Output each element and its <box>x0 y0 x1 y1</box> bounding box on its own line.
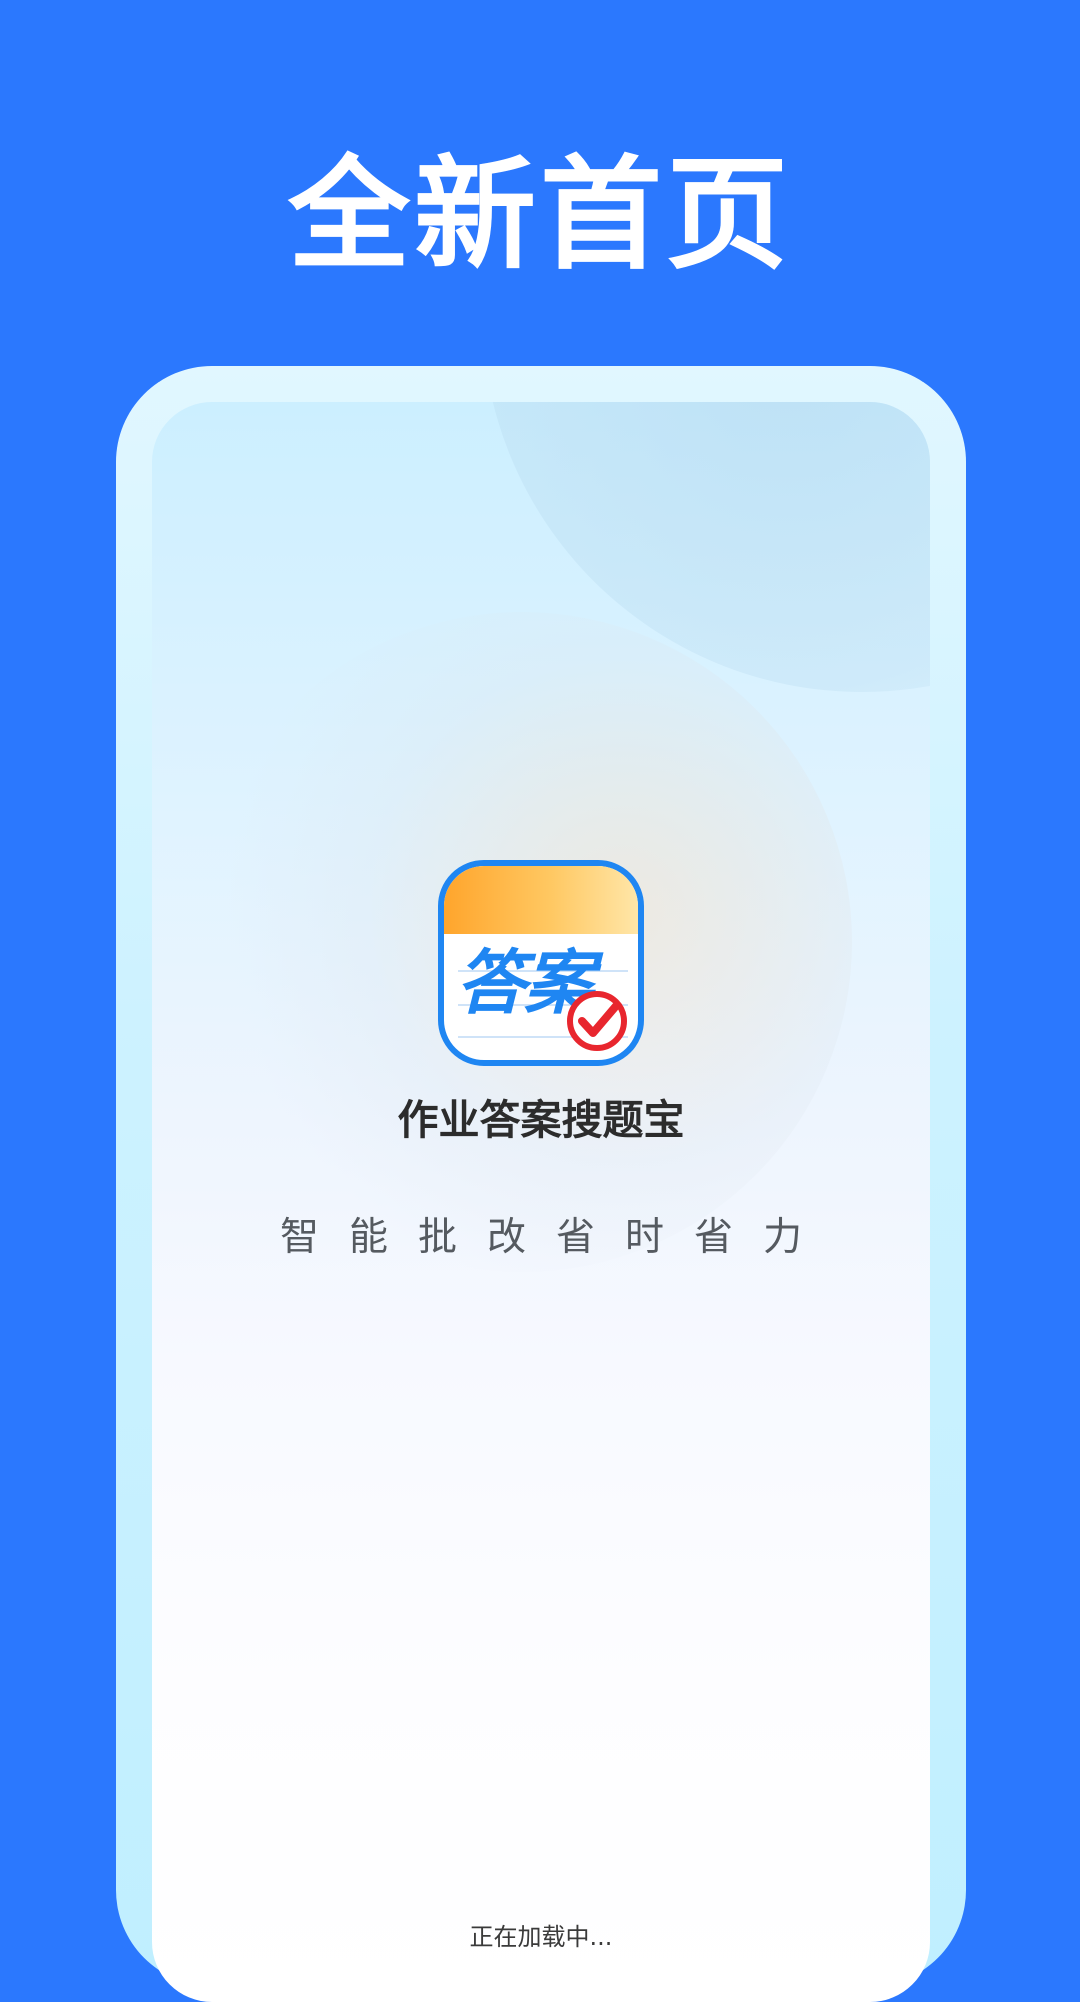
app-name: 作业答案搜题宝 <box>397 1096 685 1144</box>
app-slogan: 智能批改省时省力 <box>279 1215 832 1260</box>
check-mark-icon <box>567 991 627 1051</box>
loading-status: 正在加载中... <box>469 1923 613 1951</box>
app-logo-icon: 答案 <box>438 860 644 1066</box>
phone-frame: 答案 作业答案搜题宝 智能批改省时省力 正在加载中... <box>116 366 966 2002</box>
splash-screen: 答案 作业答案搜题宝 智能批改省时省力 正在加载中... <box>152 402 930 2002</box>
logo-orange-band <box>444 866 638 934</box>
promo-headline: 全新首页 <box>288 144 792 286</box>
